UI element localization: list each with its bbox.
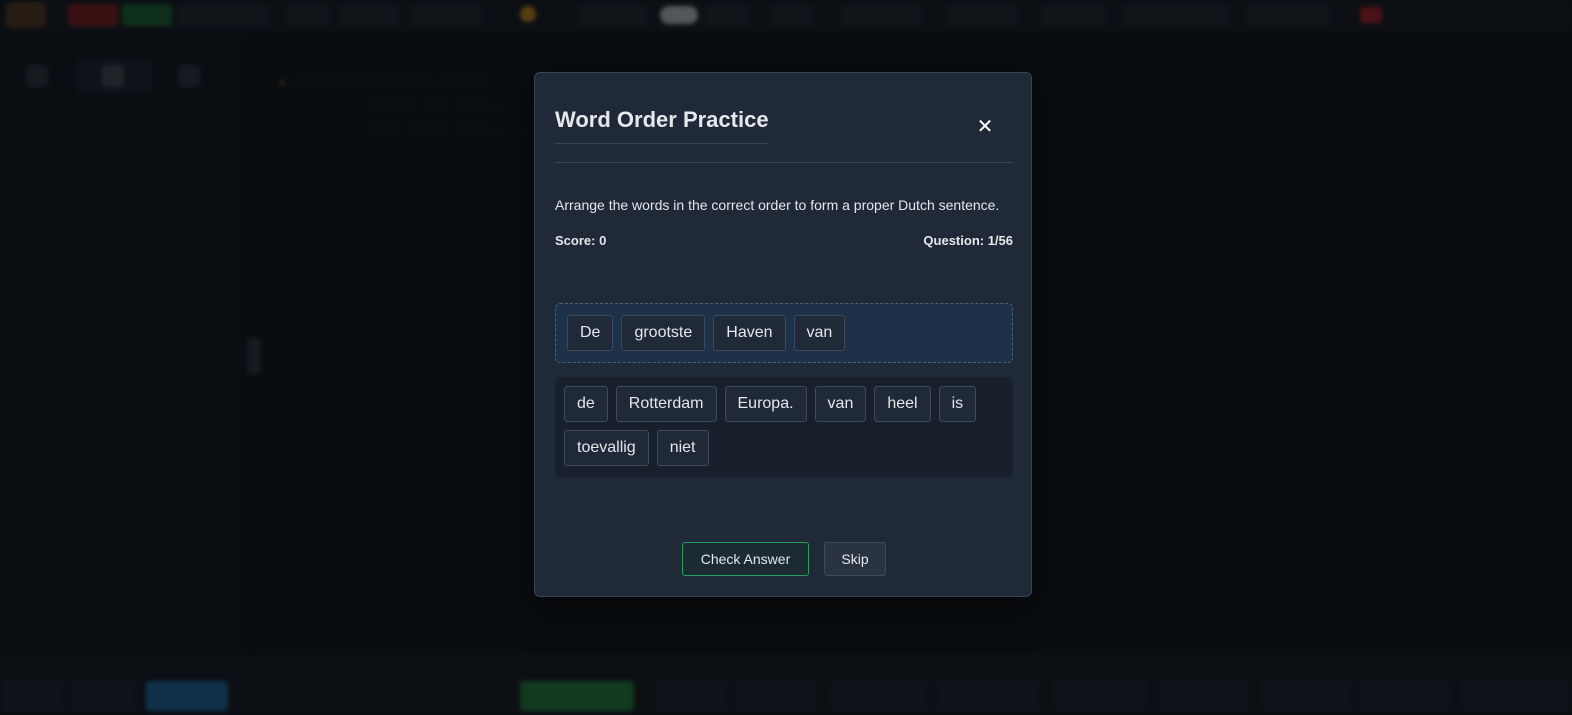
bank-word-chip[interactable]: van: [814, 386, 867, 422]
modal-title: Word Order Practice: [555, 107, 769, 144]
score-label: Score: 0: [555, 233, 607, 248]
answer-word-chip[interactable]: Haven: [713, 315, 786, 351]
skip-button[interactable]: Skip: [824, 542, 886, 576]
score-row: Score: 0 Question: 1/56: [555, 233, 1013, 251]
answer-word-chip[interactable]: van: [793, 315, 846, 351]
bank-word-chip[interactable]: heel: [874, 386, 931, 422]
instructions-text: Arrange the words in the correct order t…: [555, 197, 1000, 213]
bank-word-chip[interactable]: de: [564, 386, 608, 422]
answer-word-chip[interactable]: grootste: [621, 315, 706, 351]
action-buttons: Check Answer Skip: [535, 542, 1033, 576]
bank-word-chip[interactable]: Europa.: [724, 386, 807, 422]
check-answer-button[interactable]: Check Answer: [682, 542, 809, 576]
word-bank: de Rotterdam Europa. van heel is toevallig niet: [555, 377, 1013, 478]
question-counter: Question: 1/56: [923, 233, 1013, 248]
word-order-modal: Word Order Practice ✕ Arrange the words …: [534, 72, 1032, 597]
answer-word-chip[interactable]: De: [567, 315, 614, 351]
answer-drop-zone[interactable]: De grootste Haven van: [555, 303, 1013, 363]
bank-word-chip[interactable]: niet: [656, 430, 709, 466]
bank-word-chip[interactable]: toevallig: [564, 430, 649, 466]
bank-word-chip[interactable]: is: [938, 386, 977, 422]
bank-word-chip[interactable]: Rotterdam: [615, 386, 717, 422]
close-icon[interactable]: ✕: [973, 115, 997, 139]
